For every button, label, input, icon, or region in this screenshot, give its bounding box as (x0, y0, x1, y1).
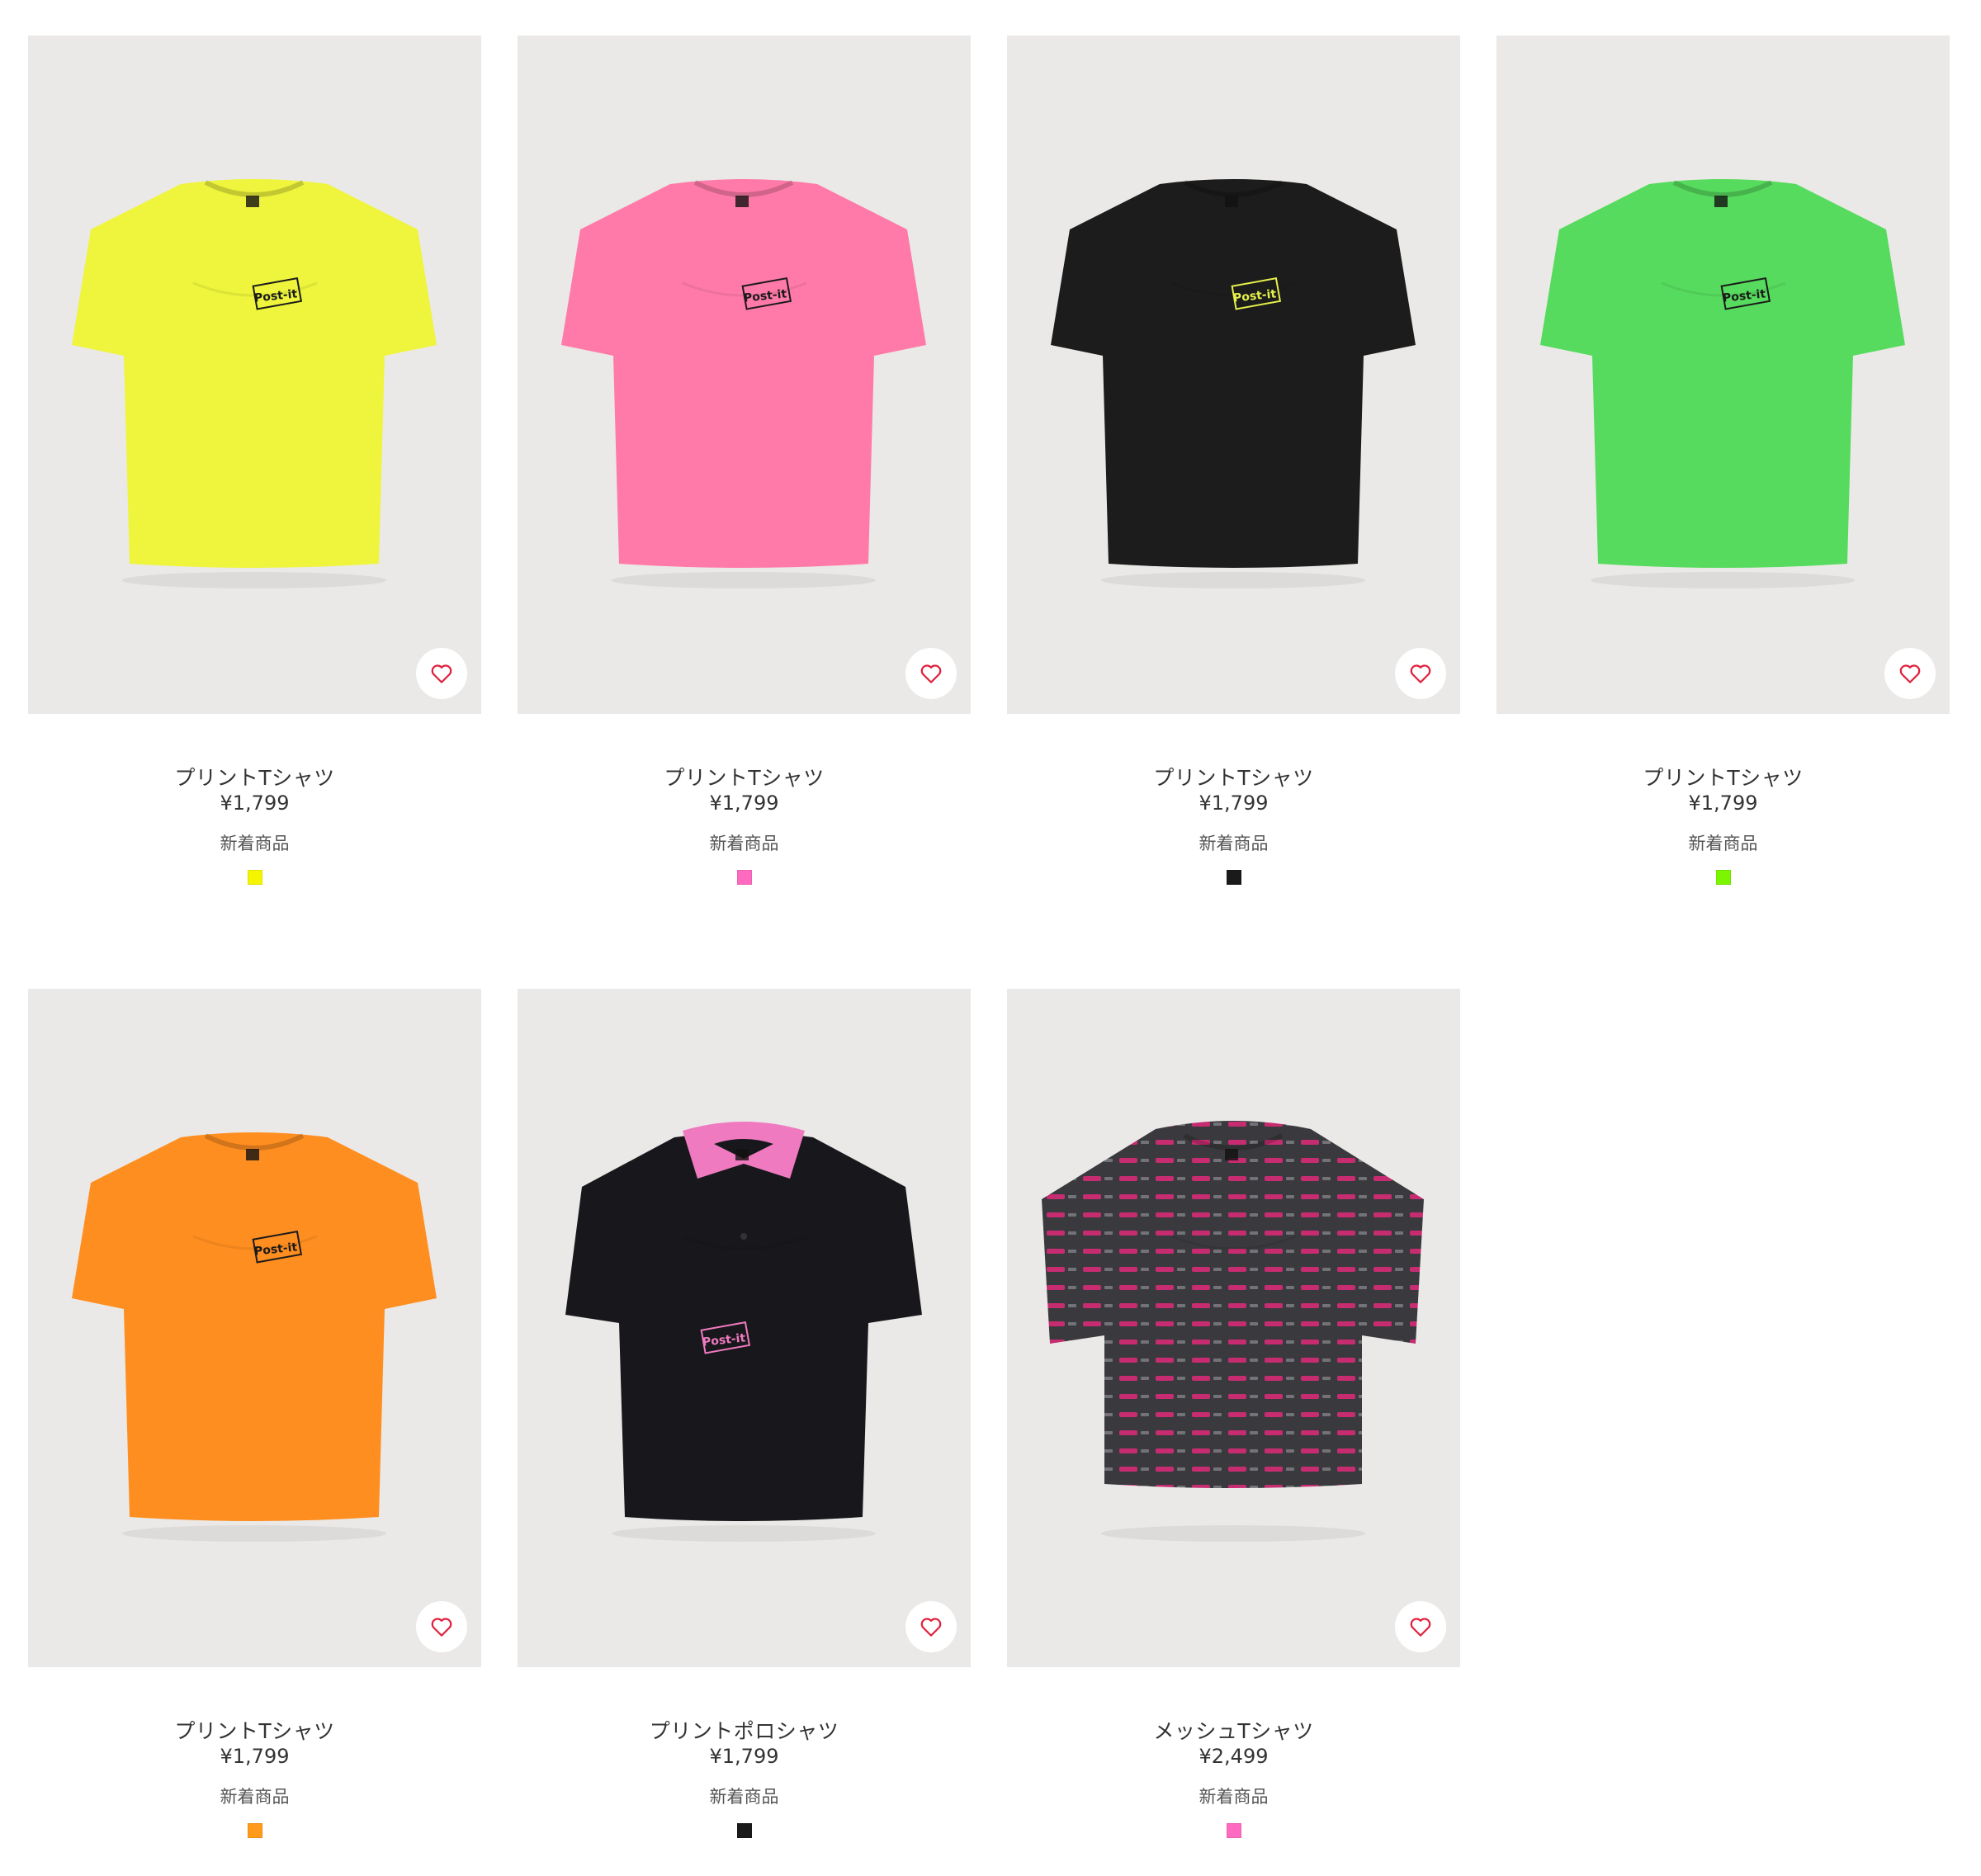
new-arrival-badge: 新着商品 (1688, 834, 1758, 853)
shirt-body (72, 179, 437, 568)
color-swatch[interactable] (248, 1823, 262, 1838)
shirt-body (561, 179, 926, 568)
product-name[interactable]: プリントTシャツ (28, 1715, 481, 1745)
color-swatch[interactable] (1227, 870, 1241, 885)
favorite-button[interactable] (1395, 648, 1446, 699)
color-swatch[interactable] (1716, 870, 1731, 885)
product-image[interactable]: Post-it (28, 989, 481, 1667)
product-image[interactable]: Post-it (28, 35, 481, 714)
product-price: ¥1,799 (220, 1745, 290, 1768)
product-image[interactable]: Post-it (518, 989, 971, 1667)
product-price: ¥1,799 (1199, 792, 1269, 815)
new-arrival-badge: 新着商品 (220, 1787, 290, 1807)
product-image[interactable]: Post-it (1496, 35, 1950, 714)
product-image[interactable]: Post-it (1007, 35, 1460, 714)
shirt-image (1042, 1121, 1424, 1542)
color-swatch[interactable] (248, 870, 262, 885)
favorite-button[interactable] (905, 648, 957, 699)
favorite-button[interactable] (905, 1601, 957, 1652)
favorite-button[interactable] (1884, 648, 1936, 699)
shirt-body (1051, 179, 1416, 568)
favorite-button[interactable] (416, 1601, 467, 1652)
favorite-button[interactable] (416, 648, 467, 699)
color-swatch[interactable] (1227, 1823, 1241, 1838)
shirt-image: Post-it (72, 1132, 437, 1542)
heart-icon (1899, 664, 1921, 683)
shirt-body (72, 1132, 437, 1521)
shirt-body (565, 1132, 922, 1521)
product-image[interactable]: Post-it (518, 35, 971, 714)
product-name[interactable]: プリントTシャツ (1496, 762, 1950, 792)
product-image[interactable] (1007, 989, 1460, 1667)
heart-icon (920, 664, 942, 683)
color-swatch[interactable] (737, 870, 752, 885)
product-price: ¥1,799 (709, 1745, 779, 1768)
product-name[interactable]: プリントポロシャツ (518, 1715, 971, 1745)
product-card[interactable]: Post-it プリントTシャツ ¥1,799 新着商品 (1007, 35, 1460, 910)
shirt-image: Post-it (561, 179, 926, 588)
product-card[interactable]: Post-it プリントポロシャツ ¥1,799 新着商品 (518, 989, 971, 1864)
product-card[interactable]: メッシュTシャツ ¥2,499 新着商品 (1007, 989, 1460, 1864)
shirt-image: Post-it (1540, 179, 1905, 588)
shirt-body (1540, 179, 1905, 568)
new-arrival-badge: 新着商品 (1199, 1787, 1269, 1807)
new-arrival-badge: 新着商品 (220, 834, 290, 853)
product-card[interactable]: Post-it プリントTシャツ ¥1,799 新着商品 (1496, 35, 1950, 910)
product-name[interactable]: プリントTシャツ (1007, 762, 1460, 792)
heart-icon (1410, 664, 1431, 683)
color-swatch[interactable] (737, 1823, 752, 1838)
shirt-image: Post-it (565, 1122, 922, 1542)
product-grid: Post-it プリントTシャツ ¥1,799 新着商品 Post-it プリントTシャツ… (0, 0, 1981, 1876)
product-price: ¥2,499 (1199, 1745, 1269, 1768)
product-card[interactable]: Post-it プリントTシャツ ¥1,799 新着商品 (518, 35, 971, 910)
product-name[interactable]: プリントTシャツ (518, 762, 971, 792)
favorite-button[interactable] (1395, 1601, 1446, 1652)
new-arrival-badge: 新着商品 (1199, 834, 1269, 853)
product-price: ¥1,799 (1688, 792, 1758, 815)
shirt-body (1042, 1121, 1424, 1488)
shirt-image: Post-it (1051, 179, 1416, 588)
product-name[interactable]: プリントTシャツ (28, 762, 481, 792)
heart-icon (431, 664, 452, 683)
product-card[interactable]: Post-it プリントTシャツ ¥1,799 新着商品 (28, 35, 481, 910)
product-price: ¥1,799 (709, 792, 779, 815)
product-name[interactable]: メッシュTシャツ (1007, 1715, 1460, 1745)
shirt-image: Post-it (72, 179, 437, 588)
heart-icon (431, 1618, 452, 1637)
new-arrival-badge: 新着商品 (709, 1787, 779, 1807)
new-arrival-badge: 新着商品 (709, 834, 779, 853)
heart-icon (920, 1618, 942, 1637)
product-price: ¥1,799 (220, 792, 290, 815)
product-card[interactable]: Post-it プリントTシャツ ¥1,799 新着商品 (28, 989, 481, 1864)
heart-icon (1410, 1618, 1431, 1637)
